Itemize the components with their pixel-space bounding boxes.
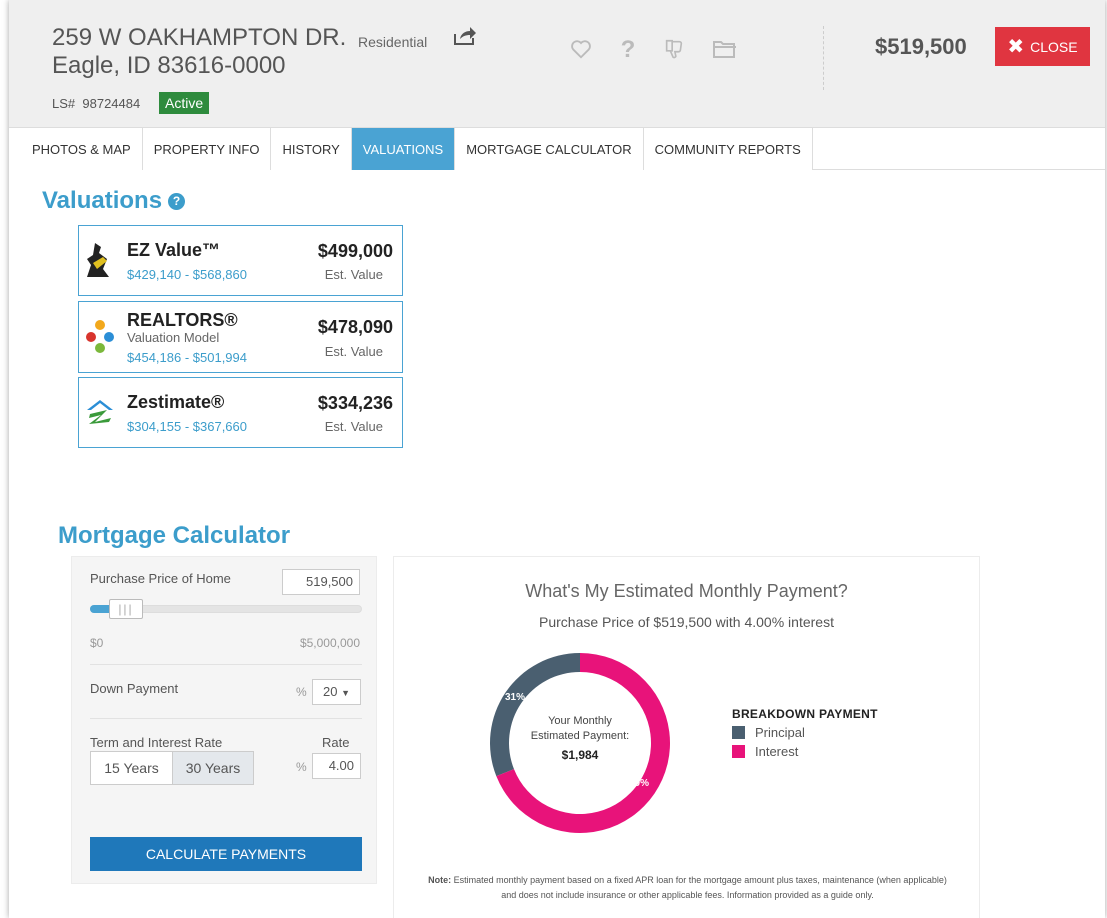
monthly-payment-amount: $1,984 [561, 748, 599, 762]
rate-unit: % [296, 760, 307, 774]
listing-number: LS# 98724484 [52, 96, 140, 111]
valuation-est-label: Est. Value [324, 344, 383, 359]
valuation-subtitle: Valuation Model [127, 330, 220, 345]
ez-value-logo-icon [85, 241, 115, 277]
payment-breakdown-panel: What's My Estimated Monthly Payment? Pur… [393, 556, 980, 918]
listing-price: $519,500 [875, 34, 967, 59]
valuation-est-label: Est. Value [324, 267, 383, 282]
down-payment-value: 20 [322, 684, 338, 699]
purchase-price-slider-handle[interactable]: ||| [109, 599, 143, 619]
mortgage-calculator-form: Purchase Price of Home 519,500 ||| $0 $5… [71, 556, 377, 884]
zillow-logo-icon [85, 396, 115, 432]
valuation-name: EZ Value™ [127, 240, 221, 260]
help-icon[interactable]: ? [168, 193, 186, 211]
share-icon[interactable] [453, 26, 477, 46]
tab-valuations[interactable]: VALUATIONS [351, 128, 456, 170]
purchase-price-label: Purchase Price of Home [90, 571, 231, 586]
tab-photos-map[interactable]: PHOTOS & MAP [21, 128, 143, 170]
valuation-amount: $334,236 [317, 393, 393, 413]
note-text: Estimated monthly payment based on a fix… [453, 875, 947, 900]
purchase-price-input[interactable]: 519,500 [282, 569, 360, 595]
valuation-name: REALTORS® [127, 310, 238, 330]
center-label-line1: Your Monthly [548, 715, 612, 727]
close-icon: ✖ [1007, 36, 1025, 58]
address-line-1: 259 W OAKHAMPTON DR. [52, 24, 347, 51]
close-label: CLOSE [1030, 38, 1078, 55]
heart-icon[interactable] [569, 38, 593, 62]
down-payment-select[interactable]: 20 ▼ [312, 679, 361, 705]
tab-property-info[interactable]: PROPERTY INFO [142, 128, 272, 170]
payment-title: What's My Estimated Monthly Payment? [525, 581, 848, 601]
valuation-card-realtors[interactable]: REALTORS® Valuation Model $454,186 - $50… [78, 301, 403, 373]
valuation-amount: $478,090 [317, 317, 393, 337]
center-label-line2: Estimated Payment: [530, 730, 630, 742]
divider [90, 664, 362, 665]
term-toggle: 15 Years 30 Years [90, 751, 254, 785]
legend-item-interest: Interest [732, 744, 878, 759]
tab-mortgage-calculator[interactable]: MORTGAGE CALCULATOR [455, 128, 644, 170]
valuation-range: $454,186 - $501,994 [127, 350, 247, 365]
status-badge: Active [159, 92, 210, 114]
listing-label: LS# [52, 96, 76, 111]
slider-max-label: $5,000,000 [299, 636, 360, 650]
interest-rate-input[interactable]: 4.00 [312, 753, 361, 779]
rate-label: Rate [322, 735, 350, 750]
listing-number-value: 98724484 [82, 96, 141, 111]
principal-percent-label: 31% [505, 692, 526, 703]
note-label: Note: [428, 875, 452, 885]
payment-subtitle: Purchase Price of $519,500 with 4.00% in… [539, 614, 834, 630]
valuation-range: $429,140 - $568,860 [127, 267, 247, 282]
tab-history[interactable]: HISTORY [271, 128, 352, 170]
mortgage-calculator-heading: Mortgage Calculator [58, 522, 291, 549]
listing-header: 259 W OAKHAMPTON DR. Residential Eagle, … [9, 0, 1105, 128]
payment-note: Note: Estimated monthly payment based on… [424, 873, 951, 903]
chevron-down-icon: ▼ [341, 688, 350, 698]
down-payment-label: Down Payment [90, 681, 179, 696]
tab-bar: PHOTOS & MAP PROPERTY INFO HISTORY VALUA… [21, 128, 1105, 170]
valuation-card-zestimate[interactable]: Zestimate® $304,155 - $367,660 $334,236 … [78, 377, 403, 448]
listing-detail-window: 259 W OAKHAMPTON DR. Residential Eagle, … [9, 0, 1105, 918]
slider-min-label: $0 [90, 636, 104, 650]
legend-label: Interest [755, 744, 799, 759]
valuation-name: Zestimate® [127, 392, 225, 412]
valuations-title: Valuations [42, 187, 163, 214]
valuation-amount: $499,000 [317, 241, 393, 261]
close-button[interactable]: ✖ CLOSE [995, 27, 1090, 66]
down-payment-unit: % [296, 685, 307, 699]
interest-percent-label: 69% [629, 778, 650, 789]
folder-icon[interactable] [712, 38, 736, 62]
interest-swatch [732, 745, 745, 758]
legend-item-principal: Principal [732, 725, 878, 740]
question-icon[interactable]: ? [616, 38, 640, 62]
term-15-years-option[interactable]: 15 Years [91, 752, 172, 784]
principal-swatch [732, 726, 745, 739]
term-30-years-option[interactable]: 30 Years [172, 752, 253, 784]
valuation-est-label: Est. Value [324, 419, 383, 434]
donut-center: Your Monthly Estimated Payment: $1,984 [489, 652, 671, 834]
address-line-2: Eagle, ID 83616-0000 [52, 52, 286, 79]
realtors-logo-icon [85, 319, 115, 355]
valuation-range: $304,155 - $367,660 [127, 419, 247, 434]
tab-community-reports[interactable]: COMMUNITY REPORTS [643, 128, 813, 170]
valuations-heading: Valuations? [42, 187, 186, 215]
header-divider [823, 26, 824, 90]
thumbs-down-icon[interactable] [662, 38, 686, 62]
payment-legend: BREAKDOWN PAYMENT Principal Interest [732, 707, 878, 759]
property-type: Residential [358, 34, 428, 50]
legend-label: Principal [755, 725, 805, 740]
calculate-payments-button[interactable]: CALCULATE PAYMENTS [90, 837, 362, 871]
term-rate-label: Term and Interest Rate [90, 735, 223, 750]
divider [90, 718, 362, 719]
valuation-card-ez-value[interactable]: EZ Value™ $429,140 - $568,860 $499,000 E… [78, 225, 403, 296]
legend-title: BREAKDOWN PAYMENT [732, 707, 878, 721]
